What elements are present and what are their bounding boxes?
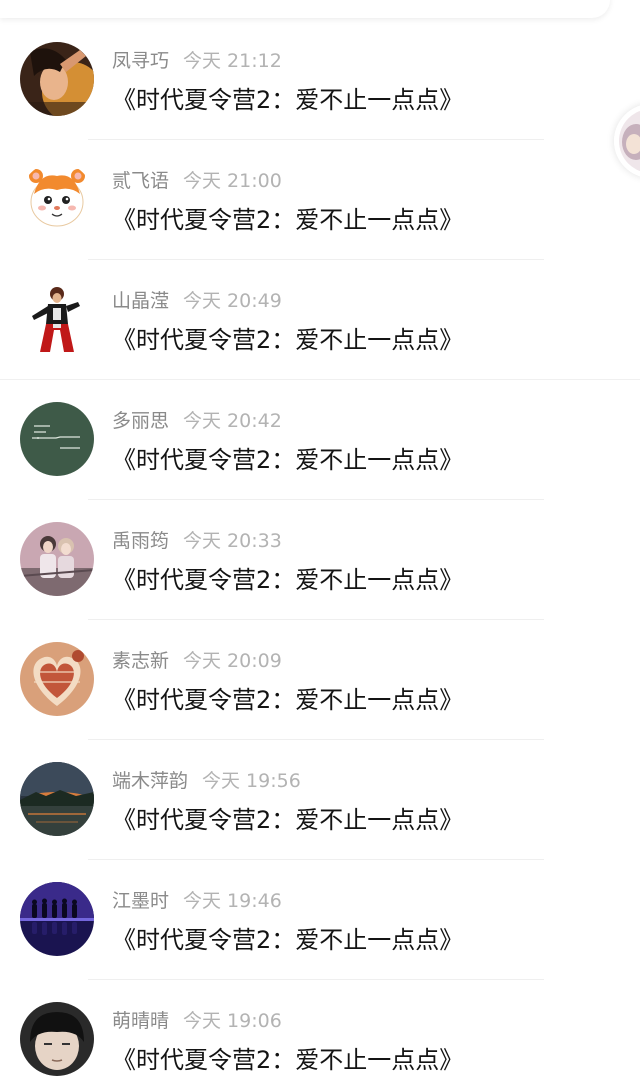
message-text: 《时代夏令营2：爱不止一点点》: [112, 926, 464, 954]
avatar-sunset-landscape-icon[interactable]: [20, 762, 94, 836]
avatar-two-girls-photo-icon[interactable]: [20, 522, 94, 596]
message-meta: 禹雨筠 今天 20:33: [112, 529, 282, 553]
message-meta: 素志新 今天 20:09: [112, 649, 282, 673]
timestamp: 今天 20:49: [183, 290, 282, 312]
message-meta: 端木萍韵 今天 19:56: [112, 769, 301, 793]
comment-page: 凤寻巧 今天 21:12 《时代夏令营2：爱不止一点点》 贰飞语 今天 21:0…: [0, 0, 640, 1091]
list-item[interactable]: 端木萍韵 今天 19:56 《时代夏令营2：爱不止一点点》: [0, 740, 640, 860]
message-text: 《时代夏令营2：爱不止一点点》: [112, 686, 464, 714]
timestamp: 今天 20:42: [183, 410, 282, 432]
timestamp: 今天 19:46: [183, 890, 282, 912]
message-list: 凤寻巧 今天 21:12 《时代夏令营2：爱不止一点点》 贰飞语 今天 21:0…: [0, 20, 640, 1091]
avatar-group-silhouette-icon[interactable]: [20, 882, 94, 956]
list-item[interactable]: 江墨时 今天 19:46 《时代夏令营2：爱不止一点点》: [0, 860, 640, 980]
avatar-boy-portrait-icon[interactable]: [20, 1002, 94, 1076]
message-text: 《时代夏令营2：爱不止一点点》: [112, 86, 464, 114]
message-text: 《时代夏令营2：爱不止一点点》: [112, 806, 464, 834]
list-item[interactable]: 多丽思 今天 20:42 《时代夏令营2：爱不止一点点》: [0, 380, 640, 500]
message-meta: 贰飞语 今天 21:00: [112, 169, 282, 193]
avatar-hamster-cartoon-icon[interactable]: [20, 162, 94, 236]
avatar-woman-portrait-icon[interactable]: [20, 42, 94, 116]
message-meta: 凤寻巧 今天 21:12: [112, 49, 282, 73]
timestamp: 今天 19:56: [202, 770, 301, 792]
message-text: 《时代夏令营2：爱不止一点点》: [112, 1046, 464, 1074]
avatar-chalkboard-icon[interactable]: [20, 402, 94, 476]
user-name[interactable]: 素志新: [112, 650, 169, 672]
list-item[interactable]: 萌晴晴 今天 19:06 《时代夏令营2：爱不止一点点》: [0, 980, 640, 1091]
list-item[interactable]: 禹雨筠 今天 20:33 《时代夏令营2：爱不止一点点》: [0, 500, 640, 620]
list-item[interactable]: 贰飞语 今天 21:00 《时代夏令营2：爱不止一点点》: [0, 140, 640, 260]
message-text: 《时代夏令营2：爱不止一点点》: [112, 206, 464, 234]
timestamp: 今天 20:33: [183, 530, 282, 552]
user-name[interactable]: 萌晴晴: [112, 1010, 169, 1032]
timestamp: 今天 19:06: [183, 1010, 282, 1032]
user-name[interactable]: 凤寻巧: [112, 50, 169, 72]
message-meta: 萌晴晴 今天 19:06: [112, 1009, 282, 1033]
message-text: 《时代夏令营2：爱不止一点点》: [112, 326, 464, 354]
top-card-edge: [0, 0, 610, 18]
message-text: 《时代夏令营2：爱不止一点点》: [112, 446, 464, 474]
user-name[interactable]: 禹雨筠: [112, 530, 169, 552]
list-item[interactable]: 凤寻巧 今天 21:12 《时代夏令营2：爱不止一点点》: [0, 20, 640, 140]
timestamp: 今天 20:09: [183, 650, 282, 672]
message-meta: 多丽思 今天 20:42: [112, 409, 282, 433]
avatar-fighter-character-icon[interactable]: [20, 282, 94, 356]
list-item[interactable]: 山晶滢 今天 20:49 《时代夏令营2：爱不止一点点》: [0, 260, 640, 380]
user-name[interactable]: 贰飞语: [112, 170, 169, 192]
avatar-candy-hearts-icon[interactable]: [20, 642, 94, 716]
user-name[interactable]: 多丽思: [112, 410, 169, 432]
user-name[interactable]: 山晶滢: [112, 290, 169, 312]
message-text: 《时代夏令营2：爱不止一点点》: [112, 566, 464, 594]
timestamp: 今天 21:00: [183, 170, 282, 192]
timestamp: 今天 21:12: [183, 50, 282, 72]
message-meta: 山晶滢 今天 20:49: [112, 289, 282, 313]
user-name[interactable]: 端木萍韵: [112, 770, 188, 792]
message-meta: 江墨时 今天 19:46: [112, 889, 282, 913]
user-name[interactable]: 江墨时: [112, 890, 169, 912]
list-item[interactable]: 素志新 今天 20:09 《时代夏令营2：爱不止一点点》: [0, 620, 640, 740]
